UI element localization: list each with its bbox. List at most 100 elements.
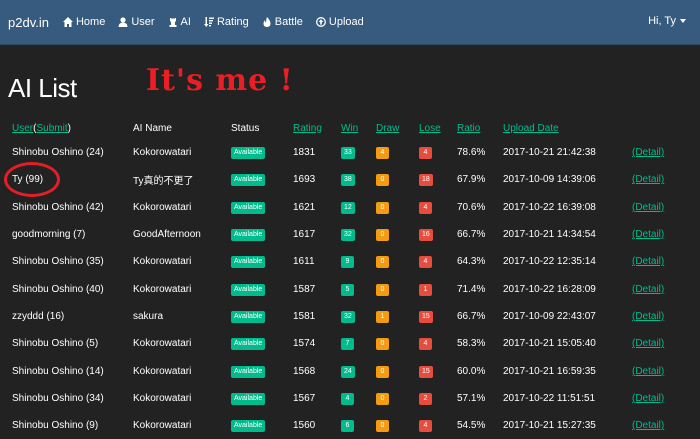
upload-date-cell: 2017-10-22 11:51:51	[503, 392, 596, 404]
win-badge: 32	[341, 310, 355, 323]
lose-cell: 15	[419, 303, 457, 330]
ratio-cell: 66.7%	[457, 310, 486, 322]
user-cell[interactable]: zzyddd (16)	[0, 303, 133, 330]
detail-link[interactable]: (Detail)	[632, 338, 664, 349]
sort-rating-link[interactable]: Rating	[293, 117, 341, 139]
status-cell: Available	[231, 303, 293, 330]
status-cell: Available	[231, 412, 293, 439]
rating-cell: 1567	[293, 392, 316, 404]
win-badge: 9	[341, 256, 354, 269]
ratio-cell: 66.7%	[457, 229, 486, 241]
detail-link[interactable]: (Detail)	[632, 311, 664, 322]
table-row: Shinobu Oshino (40) Kokorowatari Available…	[0, 275, 700, 302]
user-cell[interactable]: Shinobu Oshino (24)	[0, 139, 133, 166]
sort-upload-date-link[interactable]: Upload Date	[503, 117, 632, 139]
user-cell[interactable]: Shinobu Oshino (35)	[0, 248, 133, 275]
user-icon	[118, 17, 128, 27]
win-badge: 38	[341, 174, 355, 187]
win-badge: 32	[341, 229, 355, 242]
header-user: User(Submit)	[12, 122, 71, 134]
win-cell: 32	[341, 221, 376, 248]
detail-link[interactable]: (Detail)	[632, 420, 664, 431]
lose-badge: 18	[419, 174, 433, 187]
detail-cell: (Detail)	[632, 303, 700, 330]
detail-link[interactable]: (Detail)	[632, 284, 664, 295]
brand-link[interactable]: p2dv.in	[8, 15, 49, 30]
upload-date-cell: 2017-10-22 16:39:08	[503, 201, 596, 213]
lose-cell: 15	[419, 357, 457, 384]
table-row: zzyddd (16) sakura Available 1581 32 1 15 66.7%…	[0, 303, 700, 330]
detail-link[interactable]: (Detail)	[632, 147, 664, 158]
nav-rating[interactable]: Rating	[203, 16, 249, 28]
navbar: p2dv.in Home User AI Rating Battle Uploa…	[0, 0, 700, 45]
user-cell[interactable]: Shinobu Oshino (42)	[0, 194, 133, 221]
ratio-cell: 60.0%	[457, 365, 486, 377]
detail-link[interactable]: (Detail)	[632, 366, 664, 377]
ai-name-cell: Ty真的不更了	[133, 176, 194, 188]
status-cell: Available	[231, 385, 293, 412]
user-cell[interactable]: Shinobu Oshino (34)	[0, 385, 133, 412]
sort-user-link[interactable]: User	[12, 123, 33, 134]
nav-battle[interactable]: Battle	[262, 16, 303, 28]
upload-date-cell: 2017-10-09 14:39:06	[503, 174, 596, 186]
lose-badge: 4	[419, 338, 432, 351]
lose-badge: 4	[419, 256, 432, 269]
win-cell: 7	[341, 330, 376, 357]
ratio-cell: 78.6%	[457, 147, 486, 159]
detail-cell: (Detail)	[632, 330, 700, 357]
detail-link[interactable]: (Detail)	[632, 229, 664, 240]
annotation-text: It's me !	[146, 63, 294, 98]
nav-home[interactable]: Home	[62, 16, 106, 28]
nav-user[interactable]: User	[118, 16, 155, 28]
user-cell[interactable]: Shinobu Oshino (5)	[0, 330, 133, 357]
ratio-cell: 67.9%	[457, 174, 486, 186]
lose-cell: 4	[419, 139, 457, 166]
ai-name-cell: Kokorowatari	[133, 283, 192, 295]
status-badge: Available	[231, 201, 266, 214]
status-cell: Available	[231, 194, 293, 221]
sort-win-link[interactable]: Win	[341, 117, 376, 139]
user-cell[interactable]: Shinobu Oshino (40)	[0, 275, 133, 302]
ratio-cell: 57.1%	[457, 392, 486, 404]
sort-ratio-link[interactable]: Ratio	[457, 117, 503, 139]
draw-cell: 0	[376, 194, 419, 221]
user-cell[interactable]: goodmorning (7)	[0, 221, 133, 248]
draw-badge: 1	[376, 310, 389, 323]
detail-link[interactable]: (Detail)	[632, 174, 664, 185]
lose-badge: 15	[419, 310, 433, 323]
upload-date-cell: 2017-10-21 21:42:38	[503, 147, 596, 159]
user-menu-dropdown[interactable]: Hi, Ty	[648, 15, 686, 27]
table-body: Shinobu Oshino (24) Kokorowatari Available…	[0, 139, 700, 439]
upload-date-cell: 2017-10-22 12:35:14	[503, 256, 596, 268]
detail-link[interactable]: (Detail)	[632, 393, 664, 404]
draw-badge: 0	[376, 174, 389, 187]
draw-cell: 0	[376, 412, 419, 439]
lose-badge: 16	[419, 229, 433, 242]
win-cell: 24	[341, 357, 376, 384]
upload-date-cell: 2017-10-09 22:43:07	[503, 310, 596, 322]
upload-date-cell: 2017-10-21 16:59:35	[503, 365, 596, 377]
fire-icon	[263, 17, 271, 27]
ratio-cell: 58.3%	[457, 338, 486, 350]
user-cell[interactable]: Shinobu Oshino (9)	[0, 412, 133, 439]
home-icon	[62, 17, 73, 27]
rating-cell: 1581	[293, 310, 316, 322]
sort-draw-link[interactable]: Draw	[376, 117, 419, 139]
ratio-cell: 64.3%	[457, 256, 486, 268]
user-cell[interactable]: Shinobu Oshino (14)	[0, 357, 133, 384]
sort-submit-link[interactable]: Submit	[36, 123, 67, 134]
ai-name-cell: Kokorowatari	[133, 338, 192, 350]
lose-cell: 1	[419, 275, 457, 302]
nav-home-label: Home	[75, 16, 106, 28]
nav-ai-label: AI	[180, 16, 191, 28]
nav-upload[interactable]: Upload	[315, 16, 364, 28]
detail-link[interactable]: (Detail)	[632, 256, 664, 267]
lose-cell: 2	[419, 385, 457, 412]
table-row: Shinobu Oshino (5) Kokorowatari Available 1…	[0, 330, 700, 357]
win-badge: 4	[341, 392, 354, 405]
draw-badge: 0	[376, 256, 389, 269]
detail-link[interactable]: (Detail)	[632, 202, 664, 213]
sort-lose-link[interactable]: Lose	[419, 117, 457, 139]
lose-cell: 4	[419, 330, 457, 357]
nav-ai[interactable]: AI	[168, 16, 191, 28]
